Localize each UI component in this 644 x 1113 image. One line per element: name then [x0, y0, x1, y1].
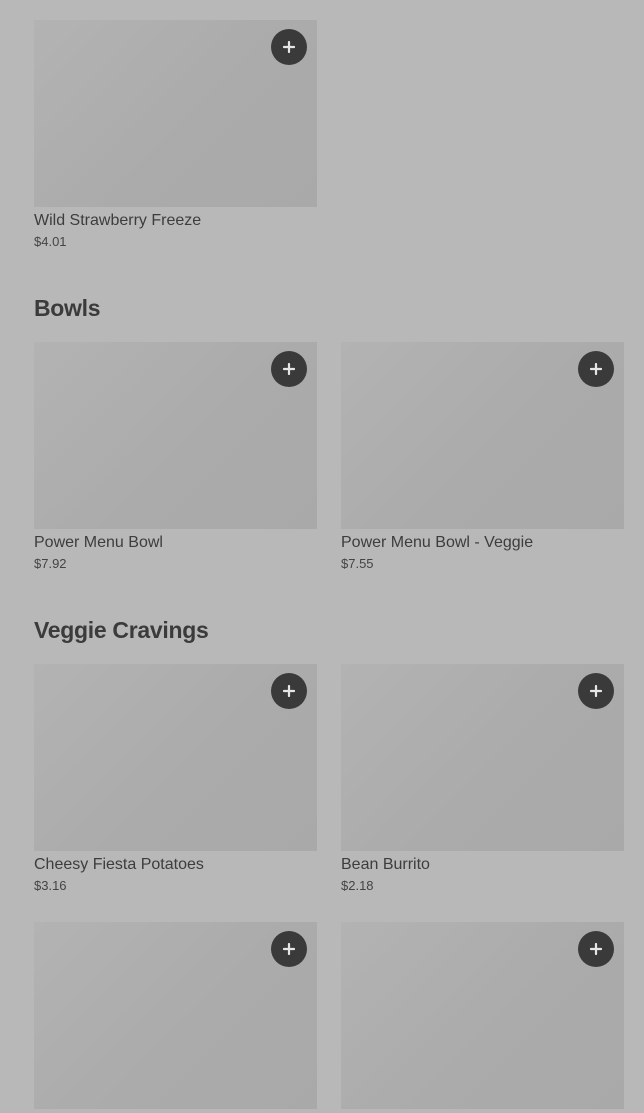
add-to-cart-button[interactable]: [578, 351, 614, 387]
item-price: $7.92: [34, 556, 67, 571]
plus-icon: [283, 943, 295, 955]
item-name[interactable]: Power Menu Bowl - Veggie: [341, 533, 624, 553]
item-image[interactable]: [341, 922, 624, 1109]
item-image[interactable]: [341, 664, 624, 851]
add-to-cart-button[interactable]: [578, 931, 614, 967]
item-price: $3.16: [34, 878, 67, 893]
plus-icon: [283, 685, 295, 697]
plus-icon: [590, 685, 602, 697]
item-image[interactable]: [34, 342, 317, 529]
add-to-cart-button[interactable]: [271, 673, 307, 709]
menu-item-card[interactable]: [34, 922, 317, 1113]
plus-icon: [283, 41, 295, 53]
plus-icon: [283, 363, 295, 375]
add-to-cart-button[interactable]: [271, 29, 307, 65]
menu-item-card[interactable]: Power Menu Bowl - Veggie $7.55: [341, 342, 624, 572]
menu-item-card[interactable]: Power Menu Bowl $7.92: [34, 342, 317, 572]
item-image[interactable]: [341, 342, 624, 529]
section-title-bowls: Bowls: [34, 295, 101, 321]
menu-page: Wild Strawberry Freeze $4.01 Bowls Power…: [0, 0, 644, 1109]
item-image[interactable]: [34, 664, 317, 851]
item-name[interactable]: Wild Strawberry Freeze: [34, 211, 317, 231]
add-to-cart-button[interactable]: [578, 673, 614, 709]
item-image[interactable]: [34, 20, 317, 207]
menu-item-card[interactable]: Cheesy Fiesta Potatoes $3.16: [34, 664, 317, 894]
item-name[interactable]: Cheesy Fiesta Potatoes: [34, 855, 317, 875]
add-to-cart-button[interactable]: [271, 931, 307, 967]
section-title-veggie-cravings: Veggie Cravings: [34, 617, 209, 643]
plus-icon: [590, 943, 602, 955]
item-price: $2.18: [341, 878, 374, 893]
item-name[interactable]: Bean Burrito: [341, 855, 624, 875]
item-price: $7.55: [341, 556, 374, 571]
menu-item-card[interactable]: Wild Strawberry Freeze $4.01: [34, 20, 317, 250]
item-name[interactable]: Power Menu Bowl: [34, 533, 317, 553]
add-to-cart-button[interactable]: [271, 351, 307, 387]
item-price: $4.01: [34, 234, 67, 249]
menu-item-card[interactable]: Bean Burrito $2.18: [341, 664, 624, 894]
menu-item-card[interactable]: [341, 922, 624, 1113]
item-image[interactable]: [34, 922, 317, 1109]
plus-icon: [590, 363, 602, 375]
